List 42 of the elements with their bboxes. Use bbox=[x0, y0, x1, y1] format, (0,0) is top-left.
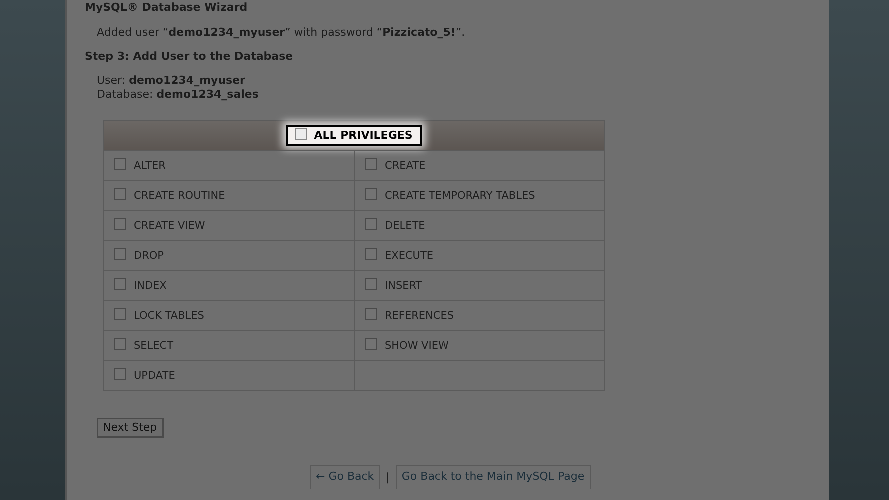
step-title: Step 3: Add User to the Database bbox=[85, 50, 294, 63]
checkbox-icon[interactable] bbox=[365, 278, 377, 290]
privilege-label: INDEX bbox=[134, 280, 167, 292]
checkbox-icon[interactable] bbox=[365, 158, 377, 170]
checkbox-icon[interactable] bbox=[114, 368, 126, 380]
privilege-label: SHOW VIEW bbox=[385, 340, 449, 352]
main-page-link[interactable]: Go Back to the Main MySQL Page bbox=[396, 465, 591, 489]
checkbox-icon[interactable] bbox=[114, 218, 126, 230]
privilege-label: DELETE bbox=[385, 220, 426, 232]
privilege-label: DROP bbox=[134, 250, 164, 262]
privilege-label: CREATE TEMPORARY TABLES bbox=[385, 190, 536, 202]
link-separator: | bbox=[386, 470, 390, 484]
checkbox-icon[interactable] bbox=[114, 278, 126, 290]
checkbox-icon[interactable] bbox=[114, 158, 126, 170]
success-message: Added user “demo1234_myuser” with password “Pizzicato_5!”. bbox=[97, 26, 466, 39]
checkbox-label: ALL PRIVILEGES bbox=[314, 129, 413, 142]
detail-text: User: demo1234_myuser bbox=[97, 74, 246, 88]
checkbox-icon[interactable] bbox=[114, 338, 126, 350]
page-title: MySQL® Database Wizard bbox=[85, 1, 249, 14]
privilege-label: SELECT bbox=[134, 340, 174, 352]
checkbox-icon[interactable] bbox=[365, 188, 377, 200]
checkbox-icon[interactable] bbox=[114, 188, 126, 200]
checkbox-icon[interactable] bbox=[365, 308, 377, 320]
go-back-link[interactable]: ← Go Back bbox=[310, 465, 380, 489]
detail-text: Database: demo1234_sales bbox=[97, 88, 260, 102]
all-privileges-checkbox[interactable]: ALL PRIVILEGES bbox=[286, 125, 422, 146]
checkbox-icon[interactable] bbox=[365, 218, 377, 230]
privilege-label: CREATE VIEW bbox=[134, 220, 206, 232]
checkbox-icon[interactable] bbox=[365, 338, 377, 350]
privilege-label: REFERENCES bbox=[385, 310, 454, 322]
privilege-label: INSERT bbox=[385, 280, 422, 292]
privilege-label: LOCK TABLES bbox=[134, 310, 204, 322]
next-step-button[interactable]: Next Step bbox=[97, 418, 164, 438]
privilege-label: CREATE bbox=[385, 160, 426, 172]
checkbox-icon[interactable] bbox=[365, 248, 377, 260]
checkbox-icon[interactable] bbox=[114, 248, 126, 260]
privilege-label: EXECUTE bbox=[385, 250, 434, 262]
privilege-label: ALTER bbox=[134, 160, 166, 172]
privilege-label: UPDATE bbox=[134, 370, 176, 382]
privilege-label: CREATE ROUTINE bbox=[134, 190, 226, 202]
checkbox-icon[interactable] bbox=[114, 308, 126, 320]
checkbox-icon[interactable] bbox=[295, 128, 308, 140]
